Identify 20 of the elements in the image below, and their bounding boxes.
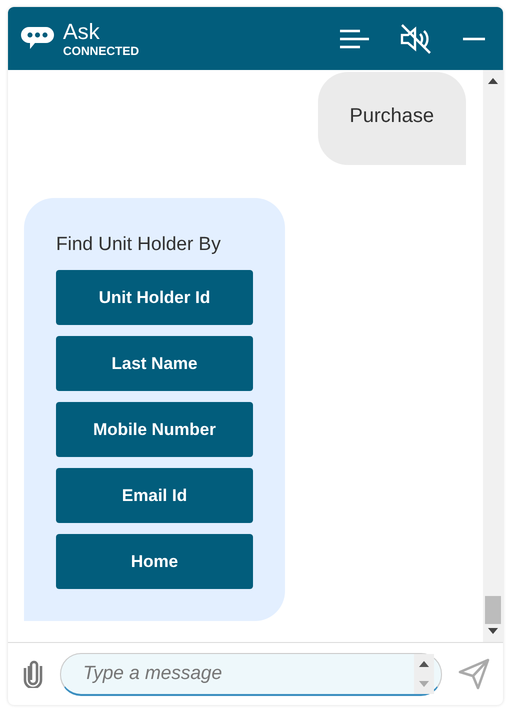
attach-button[interactable] xyxy=(22,660,44,688)
message-input[interactable]: Type a message xyxy=(60,652,442,696)
minimize-button[interactable] xyxy=(463,36,485,40)
scrollbar[interactable] xyxy=(483,70,503,642)
option-button[interactable]: Mobile Number xyxy=(56,402,253,457)
menu-button[interactable] xyxy=(339,28,369,48)
scroll-up-icon[interactable] xyxy=(488,78,498,84)
scrollbar-thumb[interactable] xyxy=(485,596,501,624)
bot-message-text: Find Unit Holder By xyxy=(56,234,222,256)
scroll-down-icon[interactable] xyxy=(488,628,498,634)
user-message: Purchase xyxy=(318,72,466,165)
spin-up-icon[interactable] xyxy=(419,660,429,666)
option-button[interactable]: Unit Holder Id xyxy=(56,270,253,325)
connection-status: CONNECTED xyxy=(63,44,140,58)
option-button[interactable]: Home xyxy=(56,534,253,589)
chat-bubble-icon xyxy=(21,27,54,50)
chat-title: Ask xyxy=(63,20,100,44)
option-button[interactable]: Last Name xyxy=(56,336,253,391)
mute-button[interactable] xyxy=(400,24,432,54)
option-button[interactable]: Email Id xyxy=(56,468,253,523)
